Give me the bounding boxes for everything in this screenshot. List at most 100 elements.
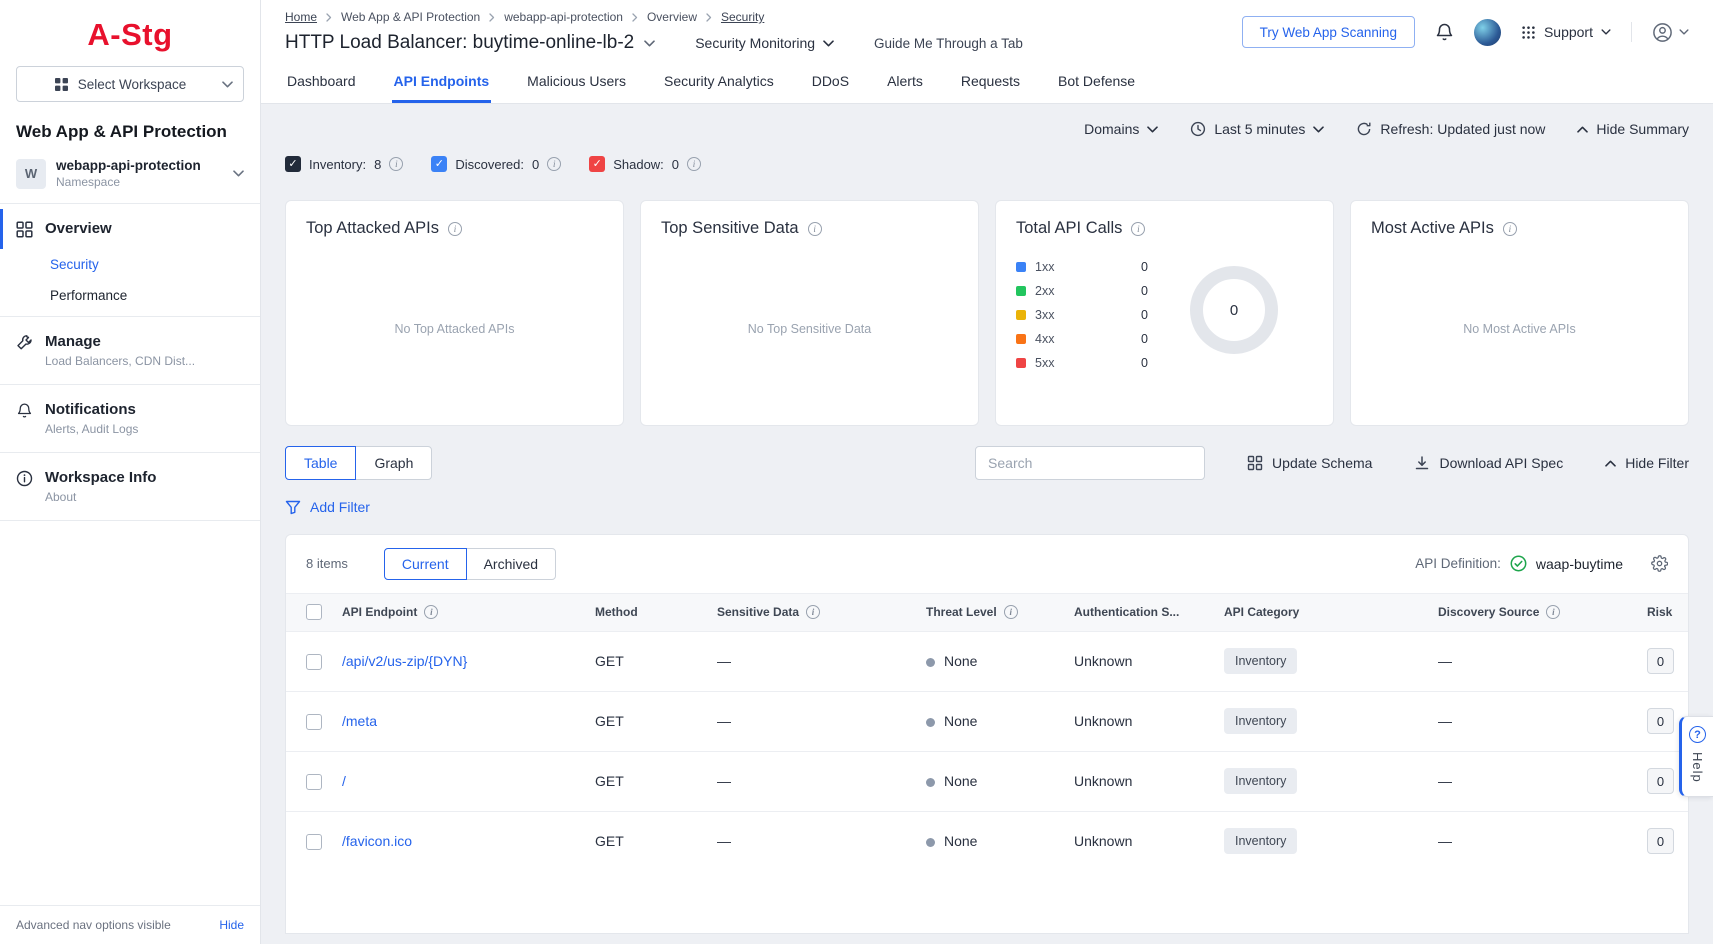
- hide-filter-toggle[interactable]: Hide Filter: [1605, 455, 1689, 471]
- refresh-button[interactable]: Refresh: Updated just now: [1356, 121, 1545, 137]
- graph-view-button[interactable]: Graph: [355, 446, 432, 480]
- status-code-legend: 1xx 0 2xx 0 3xx 0: [1016, 260, 1148, 370]
- tab-alerts[interactable]: Alerts: [885, 60, 925, 103]
- info-icon[interactable]: i: [687, 157, 701, 171]
- app-logo[interactable]: A-Stg: [0, 0, 260, 66]
- tab-malicious-users[interactable]: Malicious Users: [525, 60, 628, 103]
- threat-level-value: None: [944, 773, 977, 789]
- chevron-down-icon: [1679, 29, 1689, 35]
- archived-tab-button[interactable]: Archived: [466, 548, 556, 580]
- sidebar-item-performance[interactable]: Performance: [0, 280, 260, 311]
- current-tab-button[interactable]: Current: [384, 548, 467, 580]
- api-definition-label: API Definition:: [1415, 556, 1501, 571]
- gear-icon[interactable]: [1651, 555, 1668, 572]
- info-icon[interactable]: i: [1004, 605, 1018, 619]
- row-checkbox[interactable]: [306, 774, 322, 790]
- empty-state-text: No Most Active APIs: [1351, 322, 1688, 336]
- user-avatar[interactable]: [1474, 19, 1501, 46]
- app-root: A-Stg Select Workspace Web App & API Pro…: [0, 0, 1713, 944]
- info-icon[interactable]: i: [547, 157, 561, 171]
- column-header-api-endpoint: API Endpoint: [342, 605, 417, 619]
- support-label: Support: [1544, 24, 1593, 40]
- card-title: Top Sensitive Data: [661, 219, 799, 238]
- domains-select[interactable]: Domains: [1084, 121, 1158, 137]
- tab-bot-defense[interactable]: Bot Defense: [1056, 60, 1137, 103]
- row-checkbox[interactable]: [306, 714, 322, 730]
- method-cell: GET: [595, 751, 717, 811]
- namespace-selector[interactable]: W webapp-api-protection Namespace: [0, 156, 260, 203]
- chevron-right-icon: [706, 13, 712, 22]
- breadcrumb-item[interactable]: Web App & API Protection: [341, 10, 480, 24]
- filter-count: 8: [374, 157, 381, 172]
- info-icon[interactable]: i: [808, 222, 822, 236]
- info-icon[interactable]: i: [448, 222, 462, 236]
- tab-dashboard[interactable]: Dashboard: [285, 60, 358, 103]
- info-icon[interactable]: i: [424, 605, 438, 619]
- monitoring-mode-label: Security Monitoring: [695, 35, 815, 51]
- card-title: Top Attacked APIs: [306, 219, 439, 238]
- shadow-checkbox[interactable]: ✓: [589, 156, 605, 172]
- time-range-label: Last 5 minutes: [1214, 121, 1305, 137]
- try-web-app-scanning-button[interactable]: Try Web App Scanning: [1242, 16, 1415, 48]
- authentication-cell: Unknown: [1074, 751, 1224, 811]
- load-balancer-switcher-chevron-icon[interactable]: [644, 40, 655, 47]
- info-icon[interactable]: i: [806, 605, 820, 619]
- tab-security-analytics[interactable]: Security Analytics: [662, 60, 776, 103]
- filter-discovered[interactable]: ✓ Discovered: 0 i: [431, 156, 561, 172]
- legend-item-3xx: 3xx 0: [1016, 308, 1148, 322]
- threat-level-dot: [926, 838, 935, 847]
- row-checkbox[interactable]: [306, 654, 322, 670]
- breadcrumb-current[interactable]: Security: [721, 10, 764, 24]
- sidebar-item-overview[interactable]: Overview: [0, 209, 260, 249]
- support-menu[interactable]: Support: [1521, 24, 1611, 40]
- legend-item-2xx: 2xx 0: [1016, 284, 1148, 298]
- download-api-spec-button[interactable]: Download API Spec: [1414, 455, 1563, 471]
- workspace-selector[interactable]: Select Workspace: [16, 66, 244, 102]
- info-icon[interactable]: i: [389, 157, 403, 171]
- row-checkbox[interactable]: [306, 834, 322, 850]
- tab-requests[interactable]: Requests: [959, 60, 1022, 103]
- tab-ddos[interactable]: DDoS: [810, 60, 851, 103]
- api-definition-link[interactable]: waap-buytime: [1536, 556, 1623, 572]
- inventory-checkbox[interactable]: ✓: [285, 156, 301, 172]
- tab-api-endpoints[interactable]: API Endpoints: [392, 60, 492, 103]
- breadcrumb-item[interactable]: Overview: [647, 10, 697, 24]
- table-view-button[interactable]: Table: [285, 446, 356, 480]
- breadcrumb-home[interactable]: Home: [285, 10, 317, 24]
- info-icon[interactable]: i: [1131, 222, 1145, 236]
- api-endpoint-link[interactable]: /favicon.ico: [342, 833, 412, 849]
- monitoring-mode-select[interactable]: Security Monitoring: [695, 35, 834, 51]
- guide-me-link[interactable]: Guide Me Through a Tab: [874, 36, 1023, 51]
- filter-inventory[interactable]: ✓ Inventory: 8 i: [285, 156, 403, 172]
- discovered-checkbox[interactable]: ✓: [431, 156, 447, 172]
- hide-summary-toggle[interactable]: Hide Summary: [1577, 121, 1689, 137]
- filter-shadow[interactable]: ✓ Shadow: 0 i: [589, 156, 701, 172]
- help-tab[interactable]: ? Help: [1679, 716, 1713, 797]
- api-endpoint-link[interactable]: /api/v2/us-zip/{DYN}: [342, 653, 467, 669]
- breadcrumb-item[interactable]: webapp-api-protection: [504, 10, 623, 24]
- info-icon[interactable]: i: [1503, 222, 1517, 236]
- sidebar-item-workspace-info[interactable]: Workspace Info About: [0, 458, 260, 515]
- help-question-icon: ?: [1689, 726, 1706, 743]
- chevron-up-icon: [1605, 460, 1616, 467]
- table-row: / GET — None Unknown Inventory — 0: [286, 751, 1688, 811]
- hide-nav-options-link[interactable]: Hide: [219, 918, 244, 932]
- info-icon[interactable]: i: [1546, 605, 1560, 619]
- sidebar-item-security[interactable]: Security: [0, 249, 260, 280]
- add-filter-button[interactable]: Add Filter: [285, 499, 370, 515]
- sidebar-item-label: Overview: [45, 220, 112, 237]
- table-header-row: API Endpointi Method Sensitive Datai Thr…: [286, 593, 1688, 631]
- api-endpoint-link[interactable]: /: [342, 773, 346, 789]
- method-cell: GET: [595, 631, 717, 691]
- legend-value: 0: [1141, 260, 1148, 274]
- threat-level-dot: [926, 718, 935, 727]
- sidebar-item-notifications[interactable]: Notifications Alerts, Audit Logs: [0, 390, 260, 447]
- search-input[interactable]: [975, 446, 1205, 480]
- api-endpoint-link[interactable]: /meta: [342, 713, 377, 729]
- sidebar-item-manage[interactable]: Manage Load Balancers, CDN Dist...: [0, 322, 260, 379]
- select-all-checkbox[interactable]: [306, 604, 322, 620]
- notifications-bell-icon[interactable]: [1435, 22, 1454, 42]
- time-range-select[interactable]: Last 5 minutes: [1190, 121, 1324, 137]
- update-schema-button[interactable]: Update Schema: [1247, 455, 1372, 471]
- account-menu[interactable]: [1652, 22, 1689, 43]
